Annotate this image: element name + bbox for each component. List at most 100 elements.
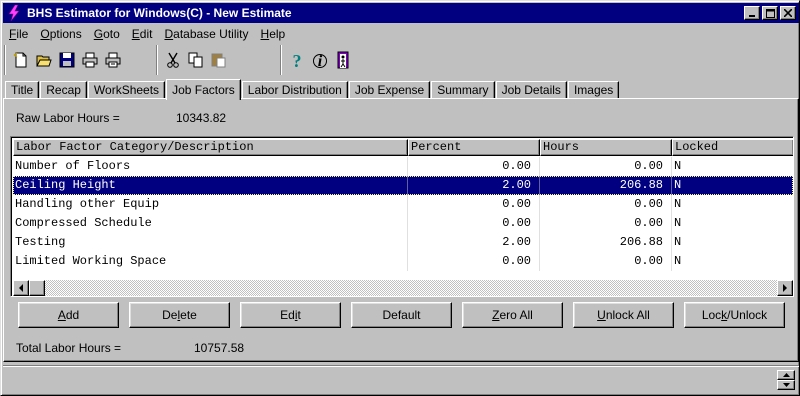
cell-percent[interactable]: 2.00 — [408, 233, 540, 252]
menu-edit[interactable]: Edit — [126, 25, 159, 43]
copy-icon[interactable] — [184, 49, 207, 72]
svg-text:i: i — [317, 53, 322, 69]
add-button-label: Add — [57, 308, 80, 322]
cell-desc[interactable]: Handling other Equip — [13, 195, 408, 214]
title-bar[interactable]: BHS Estimator for Windows(C) - New Estim… — [3, 3, 799, 23]
default-button[interactable]: Default — [351, 302, 452, 328]
maximize-button[interactable] — [762, 6, 778, 20]
print-icon[interactable] — [78, 49, 101, 72]
menu-options[interactable]: Options — [34, 25, 87, 43]
cell-locked[interactable]: N — [672, 233, 793, 252]
scroll-left-icon[interactable] — [13, 280, 29, 296]
tab-summary[interactable]: Summary — [431, 81, 495, 99]
tab-recap[interactable]: Recap — [40, 81, 87, 99]
status-field — [3, 365, 799, 395]
horizontal-scrollbar[interactable] — [13, 280, 793, 296]
tab-worksheets[interactable]: WorkSheets — [87, 81, 166, 99]
spin-control[interactable] — [777, 370, 795, 390]
help-icon[interactable]: ? — [285, 49, 308, 72]
raw-labor-hours-label: Raw Labor Hours = — [16, 111, 120, 125]
spin-down-icon[interactable] — [777, 380, 795, 390]
zero-all-button[interactable]: Zero All — [462, 302, 563, 328]
tab-labor-distribution[interactable]: Labor Distribution — [241, 81, 348, 99]
cell-locked[interactable]: N — [672, 195, 793, 214]
unlock-all-button[interactable]: Unlock All — [573, 302, 674, 328]
paste-icon[interactable] — [207, 49, 230, 72]
tab-job-factors[interactable]: Job Factors — [166, 79, 241, 100]
total-labor-hours: Total Labor Hours = 10757.58 — [16, 341, 244, 355]
delete-button[interactable]: Delete — [129, 302, 230, 328]
window-title: BHS Estimator for Windows(C) - New Estim… — [27, 6, 292, 20]
print-preview-icon[interactable] — [101, 49, 124, 72]
close-button[interactable] — [780, 6, 796, 20]
edit-button-label: Edit — [280, 308, 301, 322]
menu-help[interactable]: Help — [255, 25, 292, 43]
column-header-percent[interactable]: Percent — [408, 139, 540, 156]
cell-desc[interactable]: Testing — [13, 233, 408, 252]
table-row[interactable]: Testing 2.00 206.88 N — [13, 233, 793, 252]
exit-door-icon[interactable] — [331, 49, 354, 72]
menu-file[interactable]: File — [3, 25, 34, 43]
cell-hours[interactable]: 0.00 — [540, 157, 672, 176]
job-factors-panel: Raw Labor Hours = 10343.82 Labor Factor … — [3, 98, 799, 362]
menu-goto[interactable]: Goto — [88, 25, 126, 43]
labor-factor-grid[interactable]: Labor Factor Category/Description Percen… — [10, 136, 794, 297]
cell-desc[interactable]: Limited Working Space — [13, 252, 408, 271]
column-header-locked[interactable]: Locked — [672, 139, 793, 156]
cell-hours[interactable]: 0.00 — [540, 195, 672, 214]
lightning-app-icon[interactable] — [5, 4, 23, 22]
cell-desc[interactable]: Ceiling Height — [13, 176, 408, 195]
cell-locked[interactable]: N — [672, 252, 793, 271]
minimize-button[interactable] — [744, 6, 760, 20]
column-header-hours[interactable]: Hours — [540, 139, 672, 156]
spin-up-icon[interactable] — [777, 370, 795, 380]
table-row[interactable]: Handling other Equip 0.00 0.00 N — [13, 195, 793, 214]
cell-percent[interactable]: 0.00 — [408, 252, 540, 271]
cell-percent[interactable]: 0.00 — [408, 195, 540, 214]
tab-images[interactable]: Images — [567, 81, 620, 99]
scroll-thumb[interactable] — [29, 280, 45, 296]
scroll-right-icon[interactable] — [777, 280, 793, 296]
cell-percent[interactable]: 2.00 — [408, 176, 540, 195]
menu-database-utility[interactable]: Database Utility — [158, 25, 254, 43]
tab-title[interactable]: Title — [5, 81, 40, 99]
tab-job-expense[interactable]: Job Expense — [348, 81, 431, 99]
table-row[interactable]: Compressed Schedule 0.00 0.00 N — [13, 214, 793, 233]
toolbar-file-group — [5, 45, 127, 75]
table-row[interactable]: Limited Working Space 0.00 0.00 N — [13, 252, 793, 271]
new-document-icon[interactable] — [9, 49, 32, 72]
action-buttons: Add Delete Edit Default Zero All Unlock … — [18, 302, 785, 328]
column-header-description[interactable]: Labor Factor Category/Description — [13, 139, 408, 156]
open-folder-icon[interactable] — [32, 49, 55, 72]
cell-percent[interactable]: 0.00 — [408, 214, 540, 233]
edit-button[interactable]: Edit — [240, 302, 341, 328]
table-row[interactable]: Number of Floors 0.00 0.00 N — [13, 157, 793, 176]
default-button-label: Default — [382, 308, 421, 322]
cell-hours[interactable]: 0.00 — [540, 214, 672, 233]
cell-percent[interactable]: 0.00 — [408, 157, 540, 176]
scroll-track[interactable] — [45, 280, 777, 296]
table-row[interactable]: Ceiling Height 2.00 206.88 N — [13, 176, 793, 195]
cell-locked[interactable]: N — [672, 176, 793, 195]
cut-icon[interactable] — [161, 49, 184, 72]
toolbar-edit-group — [157, 45, 233, 75]
tab-job-details[interactable]: Job Details — [495, 81, 567, 99]
cell-hours[interactable]: 0.00 — [540, 252, 672, 271]
cell-hours[interactable]: 206.88 — [540, 176, 672, 195]
cell-desc[interactable]: Compressed Schedule — [13, 214, 408, 233]
svg-text:?: ? — [292, 51, 301, 69]
cell-hours[interactable]: 206.88 — [540, 233, 672, 252]
zero-all-button-label: Zero All — [492, 308, 533, 322]
add-button[interactable]: Add — [18, 302, 119, 328]
cell-locked[interactable]: N — [672, 214, 793, 233]
total-labor-hours-value: 10757.58 — [194, 341, 245, 355]
toolbar: ? i — [3, 45, 799, 75]
cell-desc[interactable]: Number of Floors — [13, 157, 408, 176]
save-icon[interactable] — [55, 49, 78, 72]
status-bar — [3, 365, 799, 395]
info-icon[interactable]: i — [308, 49, 331, 72]
cell-locked[interactable]: N — [672, 157, 793, 176]
grid-body: Number of Floors 0.00 0.00 N Ceiling Height 2… — [13, 157, 793, 271]
lock-unlock-button[interactable]: Lock/Unlock — [684, 302, 785, 328]
toolbar-help-group: ? i — [281, 45, 357, 75]
